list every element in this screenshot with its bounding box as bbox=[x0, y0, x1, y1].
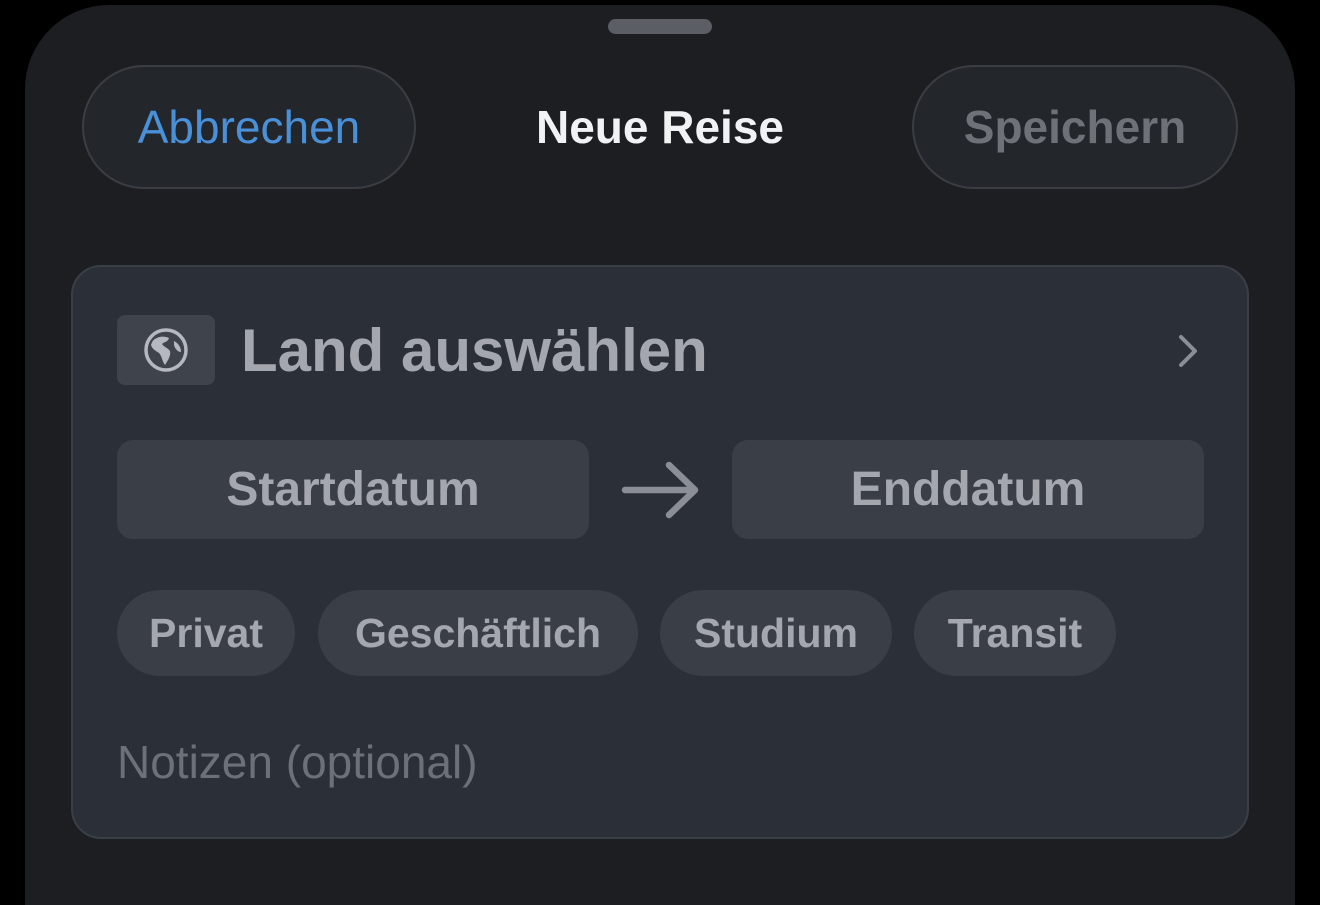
trip-type-chip-private[interactable]: Privat bbox=[117, 590, 295, 676]
save-button[interactable]: Speichern bbox=[912, 65, 1238, 189]
trip-type-chip-transit[interactable]: Transit bbox=[914, 590, 1116, 676]
trip-type-chip-study[interactable]: Studium bbox=[660, 590, 892, 676]
notes-input[interactable] bbox=[117, 727, 1207, 797]
sheet-grabber[interactable] bbox=[608, 19, 712, 34]
country-placeholder: Land auswählen bbox=[241, 316, 708, 384]
trip-type-chip-business[interactable]: Geschäftlich bbox=[318, 590, 638, 676]
country-selector[interactable]: Land auswählen bbox=[117, 315, 1207, 385]
cancel-button[interactable]: Abbrechen bbox=[82, 65, 416, 189]
arrow-right-icon bbox=[621, 461, 699, 519]
page-title: Neue Reise bbox=[535, 101, 784, 153]
end-date-button[interactable]: Enddatum bbox=[732, 440, 1204, 539]
trip-form-card: Land auswählen Startdatum Enddatum Priva… bbox=[71, 265, 1249, 839]
new-trip-sheet: Abbrechen Neue Reise Speichern Land ausw… bbox=[25, 5, 1295, 905]
globe-icon bbox=[117, 315, 215, 385]
chevron-right-icon bbox=[1179, 335, 1197, 367]
start-date-button[interactable]: Startdatum bbox=[117, 440, 589, 539]
